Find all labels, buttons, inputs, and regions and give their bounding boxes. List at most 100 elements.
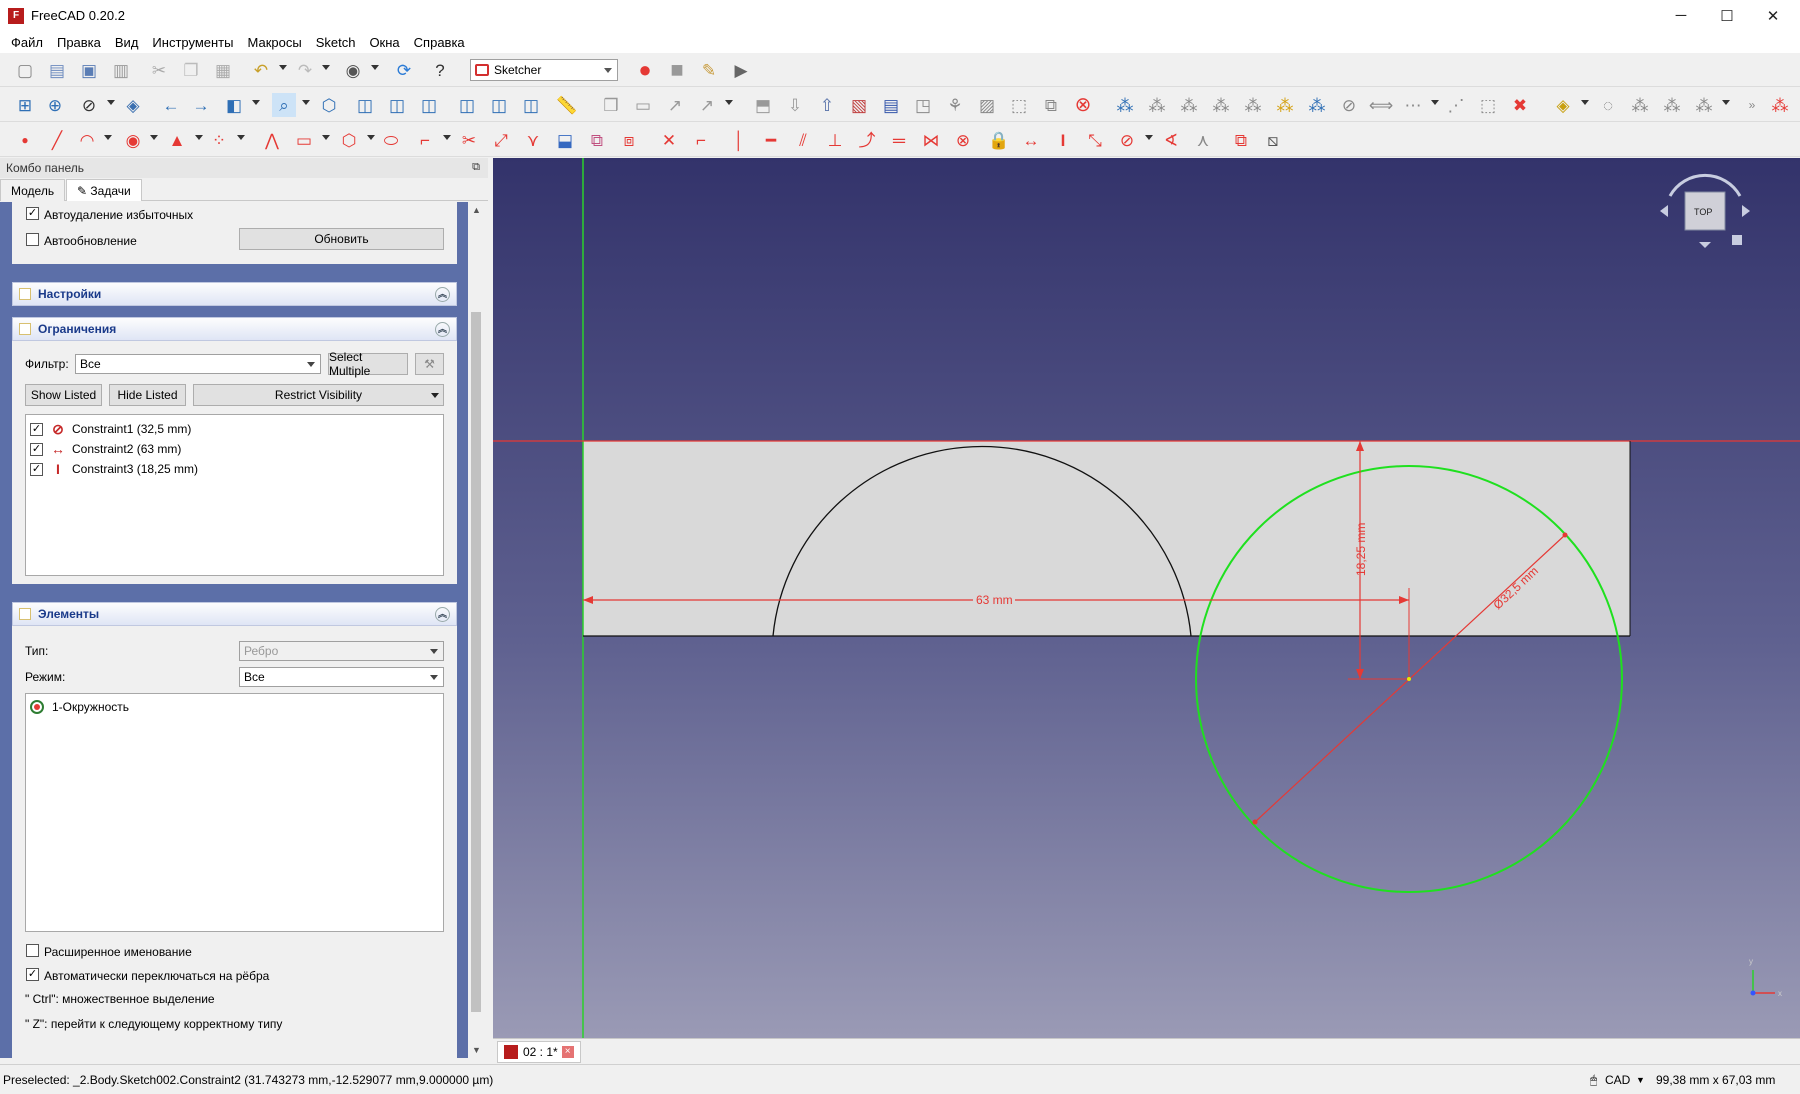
navigation-cube[interactable]: TOP [1650,166,1760,266]
copy-icon[interactable]: ❐ [179,58,203,82]
stop-operation-icon[interactable]: ⊗ [1071,93,1095,117]
mouse-icon[interactable]: 🖱 [1590,1073,1597,1088]
forward-icon[interactable]: → [189,93,213,117]
fit-all-icon[interactable]: ⊞ [13,93,37,117]
map-sketch-icon[interactable]: ▤ [879,93,903,117]
minimize-button[interactable]: ─ [1658,0,1704,31]
redo-dropdown-icon[interactable] [322,65,330,70]
draw-style-dropdown-icon[interactable] [107,100,115,105]
new-document-icon[interactable]: ▢ [13,58,37,82]
constrain-equal-icon[interactable]: ═ [887,128,911,152]
select-conflicting-icon[interactable]: ⁂ [1273,93,1297,117]
select-constraints-icon[interactable]: ⁂ [1113,93,1137,117]
front-view-icon[interactable]: ◫ [353,93,377,117]
3d-viewport[interactable]: Ø32,5 mm 63 mm 18,25 mm y x TOP [493,158,1800,1038]
toolbar-overflow-icon[interactable]: » [1740,93,1764,117]
menu-view[interactable]: Вид [108,35,146,50]
carbon-copy-icon[interactable]: ⧉ [585,128,609,152]
increase-degree-icon[interactable]: ⁂ [1628,93,1652,117]
right-view-icon[interactable]: ◫ [417,93,441,117]
join-dropdown-icon[interactable] [1722,100,1730,105]
left-view-icon[interactable]: ◫ [519,93,543,117]
collapse-icon[interactable]: ︽ [435,607,450,622]
undo-icon[interactable]: ↶ [249,58,273,82]
constraint-settings-icon[interactable]: ⚒ [415,353,444,375]
settings-group-header[interactable]: Настройки ︽ [12,282,457,306]
toggle-construction-icon[interactable]: ⧈ [617,128,641,152]
line-icon[interactable]: ╱ [45,128,69,152]
rectangular-array-icon[interactable]: ⋰ [1444,93,1468,117]
fillet-icon[interactable]: ⌐ [413,128,437,152]
select-h-axis-icon[interactable]: ⁂ [1177,93,1201,117]
scroll-up-icon[interactable]: ▲ [472,205,481,215]
constrain-symmetric-icon[interactable]: ⋈ [919,128,943,152]
select-elements-icon[interactable]: ⁂ [1305,93,1329,117]
polygon-dropdown-icon[interactable] [367,135,375,140]
constrain-snell-icon[interactable]: ⋏ [1191,128,1215,152]
select-v-axis-icon[interactable]: ⁂ [1209,93,1233,117]
constrain-distance-icon[interactable]: ⤡ [1083,128,1107,152]
join-curves-icon[interactable]: ⁂ [1692,93,1716,117]
reorient-sketch-icon[interactable]: ◳ [911,93,935,117]
auto-switch-checkbox[interactable]: ✓ [26,968,39,981]
constrain-horizontal-distance-icon[interactable]: ↔ [1019,128,1043,152]
link-dropdown-icon[interactable] [725,100,733,105]
select-multiple-button[interactable]: Select Multiple [328,350,408,378]
menu-edit[interactable]: Правка [50,35,108,50]
bottom-view-icon[interactable]: ◫ [487,93,511,117]
vertical-dimension-label[interactable]: 18,25 mm [1354,523,1368,576]
select-origin-icon[interactable]: ⁂ [1145,93,1169,117]
filter-select[interactable]: Все [75,354,321,374]
isometric-icon[interactable]: ⬡ [317,93,341,117]
part-icon[interactable]: ❒ [599,93,623,117]
bspline-dropdown-icon[interactable] [1581,100,1589,105]
scroll-down-icon[interactable]: ▼ [472,1045,481,1055]
measure-distance-icon[interactable]: 📏 [555,93,579,117]
insert-knot-icon[interactable]: ⁂ [1660,93,1684,117]
merge-sketches-icon[interactable]: ▨ [975,93,999,117]
standard-views-icon[interactable]: ⌕ [272,93,296,117]
restore-icon[interactable]: ⊘ [1337,93,1361,117]
auto-update-checkbox[interactable] [26,233,39,246]
sync-view-icon[interactable]: ◧ [222,93,246,117]
workbench-selector[interactable]: Sketcher [470,59,618,81]
macro-stop-icon[interactable]: ■ [665,58,689,82]
constraint-item[interactable]: ✓ ⊘ Constraint1 (32,5 mm) [30,419,191,439]
toggle-driving-icon[interactable]: ⧉ [1229,128,1253,152]
close-tab-icon[interactable]: × [561,1046,574,1058]
sketch-leave-icon[interactable]: ⇩ [783,93,807,117]
polygon-icon[interactable]: ⬡ [337,128,361,152]
collapse-icon[interactable]: ︽ [435,322,450,337]
menu-file[interactable]: Файл [4,35,50,50]
clone-dropdown-icon[interactable] [1431,100,1439,105]
elements-group-header[interactable]: Элементы ︽ [12,602,457,626]
view-sketch-icon[interactable]: ⇧ [815,93,839,117]
macro-record-icon[interactable]: ● [633,58,657,82]
restrict-visibility-button[interactable]: Restrict Visibility [193,384,444,406]
extended-naming-checkbox[interactable] [26,944,39,957]
constraint-visibility-checkbox[interactable]: ✓ [30,422,43,436]
bspline-tool-dropdown-icon[interactable] [237,135,245,140]
draw-style-icon[interactable]: ⊘ [77,93,101,117]
sync-dropdown-icon[interactable] [252,100,260,105]
tab-model[interactable]: Модель [0,179,66,201]
hide-listed-button[interactable]: Hide Listed [109,384,186,406]
constrain-angle-icon[interactable]: ∢ [1159,128,1183,152]
constrain-diameter-icon[interactable]: ⊘ [1115,128,1139,152]
bspline-tool-icon[interactable]: ⁘ [207,128,231,152]
tab-tasks[interactable]: ✎ Задачи [66,179,142,201]
rectangle-icon[interactable]: ▭ [292,128,316,152]
arc-dropdown-icon[interactable] [104,135,112,140]
clone-icon[interactable]: ⋯ [1401,93,1425,117]
constrain-tangent-icon[interactable]: ⤴ [855,128,879,152]
element-item[interactable]: 1-Окружность [30,697,129,717]
standard-views-dropdown-icon[interactable] [302,100,310,105]
link-actions-icon[interactable]: ↗ [695,93,719,117]
macros-edit-icon[interactable]: ✎ [697,58,721,82]
point-icon[interactable]: ● [13,128,37,152]
constrain-point-on-object-icon[interactable]: ⌐ [689,128,713,152]
menu-help[interactable]: Справка [407,35,472,50]
menu-sketch[interactable]: Sketch [309,35,363,50]
constraint-item[interactable]: ✓ ↔ Constraint2 (63 mm) [30,439,181,459]
constraint-visibility-checkbox[interactable]: ✓ [30,442,43,456]
